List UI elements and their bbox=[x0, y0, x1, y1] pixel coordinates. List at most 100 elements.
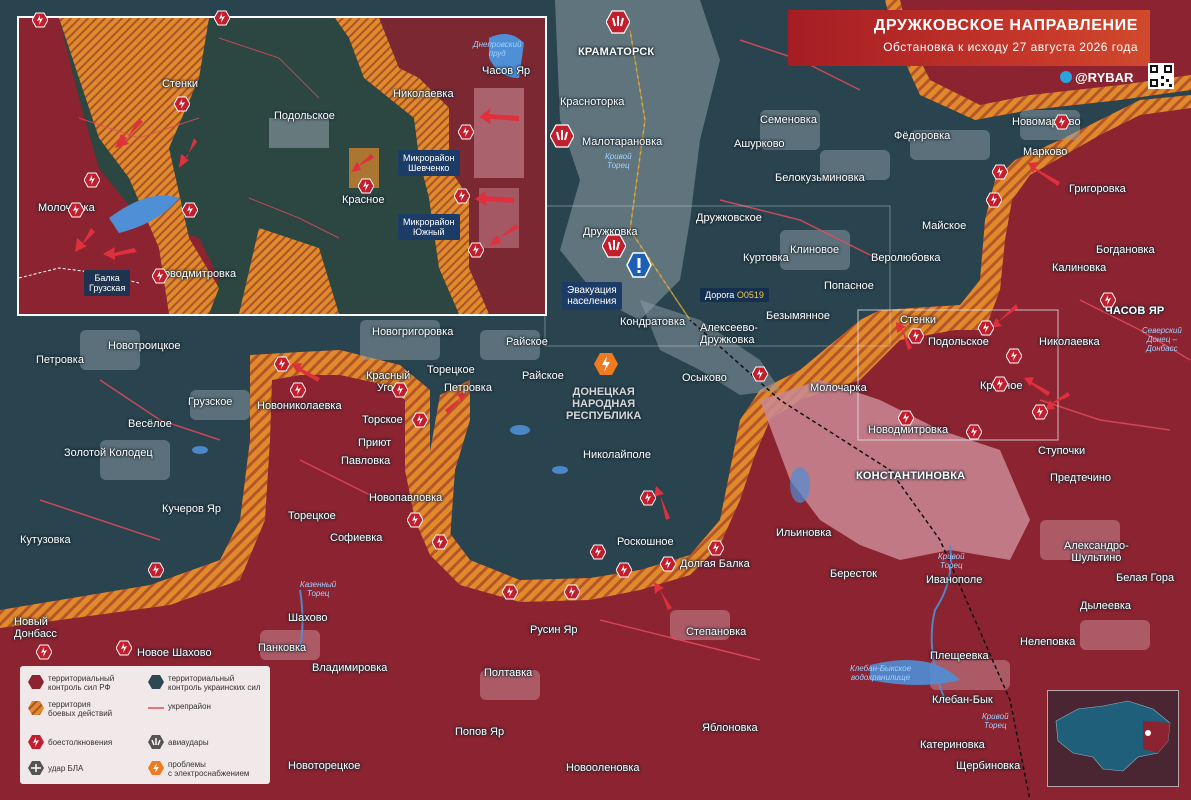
town-grigorovka: Григоровка bbox=[1069, 183, 1126, 195]
town-kramatorsk: КРАМАТОРСК bbox=[578, 46, 655, 58]
town-novotoretskoe: Новоторецкое bbox=[288, 760, 361, 772]
qr-code-icon[interactable] bbox=[1148, 63, 1174, 89]
clash-icon[interactable] bbox=[1031, 404, 1049, 420]
clash-icon[interactable] bbox=[147, 562, 165, 578]
clash-icon[interactable] bbox=[35, 644, 53, 660]
town-kalinovka: Калиновка bbox=[1052, 262, 1107, 274]
clash-icon[interactable] bbox=[589, 544, 607, 560]
clash-icon[interactable] bbox=[115, 640, 133, 656]
town-petrovka: Петровка bbox=[444, 382, 492, 394]
road-prefix: Дорога bbox=[705, 290, 737, 300]
town-osykovo: Осыково bbox=[682, 372, 727, 384]
town-sofievka: Софиевка bbox=[330, 532, 383, 544]
legend-air: авиаудары bbox=[168, 738, 209, 747]
clash-icon[interactable] bbox=[707, 540, 725, 556]
clash-icon[interactable] bbox=[1053, 114, 1071, 130]
town-konstantinovka: КОНСТАНТИНОВКА bbox=[856, 470, 966, 482]
town-shakhovo: Шахово bbox=[288, 612, 328, 624]
town-fedorovka: Фёдоровка bbox=[894, 130, 951, 142]
clash-icon[interactable] bbox=[151, 268, 169, 284]
town-zolotoy-kolodets: Золотой Колодец bbox=[64, 447, 153, 459]
inset-label-nikolaevka: Николаевка bbox=[393, 88, 454, 100]
road-code: O0519 bbox=[736, 290, 764, 300]
title-banner: ДРУЖКОВСКОЕ НАПРАВЛЕНИЕ Обстановка к исх… bbox=[788, 10, 1150, 66]
town-kleban-byk: Клебан-Бык bbox=[932, 694, 993, 706]
town-raiskoe-n: Райское bbox=[506, 336, 548, 348]
clash-icon[interactable] bbox=[991, 164, 1009, 180]
legend-uav: удар БЛА bbox=[48, 764, 84, 773]
clash-icon[interactable] bbox=[965, 424, 983, 440]
map-stage: Стенки Подольское Николаевка Часов Яр Дн… bbox=[0, 0, 1191, 800]
ukraine-minimap bbox=[1047, 690, 1179, 787]
town-novopavlovka: Новопавловка bbox=[369, 492, 443, 504]
clash-icon[interactable] bbox=[991, 376, 1009, 392]
town-popasnoe: Попасное bbox=[824, 280, 874, 292]
clash-icon[interactable] bbox=[467, 242, 485, 258]
airstrike-icon[interactable] bbox=[601, 234, 627, 258]
clash-icon[interactable] bbox=[907, 328, 925, 344]
clash-icon[interactable] bbox=[411, 412, 429, 428]
town-shcherbinovka: Щербиновка bbox=[956, 760, 1021, 772]
town-stepanovka: Степановка bbox=[686, 626, 747, 638]
alert-icon[interactable] bbox=[626, 252, 652, 278]
clash-icon[interactable] bbox=[391, 382, 409, 398]
airstrike-icon bbox=[148, 734, 164, 750]
legend: территориальный контроль сил РФ территор… bbox=[20, 666, 270, 784]
clash-icon[interactable] bbox=[357, 178, 375, 194]
clash-icon[interactable] bbox=[181, 202, 199, 218]
town-molocharka: Молочарка bbox=[810, 382, 867, 394]
clash-icon[interactable] bbox=[985, 192, 1003, 208]
brand-handle[interactable]: @RYBAR bbox=[1060, 70, 1133, 85]
town-stupochki: Ступочки bbox=[1038, 445, 1086, 457]
town-alekseevo: Алексеево- Дружковка bbox=[700, 322, 759, 346]
clash-icon[interactable] bbox=[563, 584, 581, 600]
town-krasnotorka: Красноторка bbox=[560, 96, 625, 108]
town-roskoshnoe: Роскошное bbox=[617, 536, 674, 548]
town-aleksandro: Александро- Шультино bbox=[1064, 540, 1129, 564]
airstrike-icon[interactable] bbox=[549, 124, 575, 148]
clash-icon[interactable] bbox=[31, 12, 49, 28]
town-belokuzminovka: Белокузьминовка bbox=[775, 172, 865, 184]
road-label-o0519: Дорога O0519 bbox=[700, 288, 769, 302]
town-kucherov-yar: Кучеров Яр bbox=[162, 503, 221, 515]
brand-text: @RYBAR bbox=[1075, 70, 1134, 85]
clash-icon[interactable] bbox=[406, 512, 424, 528]
legend-fort: укрепрайон bbox=[168, 702, 211, 711]
town-novogrigorovka: Новогригоровка bbox=[372, 326, 454, 338]
clash-icon[interactable] bbox=[639, 490, 657, 506]
town-kutuzovka: Кутузовка bbox=[20, 534, 71, 546]
clash-icon[interactable] bbox=[751, 366, 769, 382]
clash-icon[interactable] bbox=[289, 382, 307, 398]
clash-icon[interactable] bbox=[213, 10, 231, 26]
clash-icon[interactable] bbox=[1099, 292, 1117, 308]
clash-icon[interactable] bbox=[659, 556, 677, 572]
clash-icon[interactable] bbox=[457, 124, 475, 140]
town-nelepovka: Нелеповка bbox=[1020, 636, 1076, 648]
legend-combat: территория боевых действий bbox=[48, 700, 113, 718]
clash-icon[interactable] bbox=[897, 410, 915, 426]
page-title: ДРУЖКОВСКОЕ НАПРАВЛЕНИЕ bbox=[873, 17, 1138, 34]
town-predtechino: Предтечино bbox=[1050, 472, 1112, 484]
clash-icon[interactable] bbox=[67, 202, 85, 218]
clash-icon[interactable] bbox=[173, 96, 191, 112]
water-krivoy-torets-n: Кривой Торец bbox=[605, 152, 632, 170]
water-severskiy-donets: Северский Донец – Донбасс bbox=[1142, 326, 1182, 353]
clash-icon[interactable] bbox=[273, 356, 291, 372]
inset-label-molocharka: Молочарка bbox=[38, 202, 95, 214]
clash-icon[interactable] bbox=[453, 188, 471, 204]
town-pankovka: Панковка bbox=[258, 642, 307, 654]
clash-icon[interactable] bbox=[431, 534, 449, 550]
town-novy-donbass: Новый Донбасс bbox=[14, 616, 57, 640]
town-belaya-gora: Белая Гора bbox=[1116, 572, 1175, 584]
water-kleban-reservoir: Клебан-Быкское водохранилище bbox=[850, 664, 912, 682]
clash-icon[interactable] bbox=[1005, 348, 1023, 364]
clash-icon[interactable] bbox=[615, 562, 633, 578]
town-ashurkovo: Ашурково bbox=[734, 138, 785, 150]
town-kurtovka: Куртовка bbox=[743, 252, 789, 264]
clash-icon[interactable] bbox=[501, 584, 519, 600]
inset-label-podolskoe: Подольское bbox=[274, 110, 335, 122]
power-icon[interactable] bbox=[594, 352, 618, 376]
clash-icon[interactable] bbox=[83, 172, 101, 188]
airstrike-icon[interactable] bbox=[605, 10, 631, 34]
clash-icon[interactable] bbox=[977, 320, 995, 336]
